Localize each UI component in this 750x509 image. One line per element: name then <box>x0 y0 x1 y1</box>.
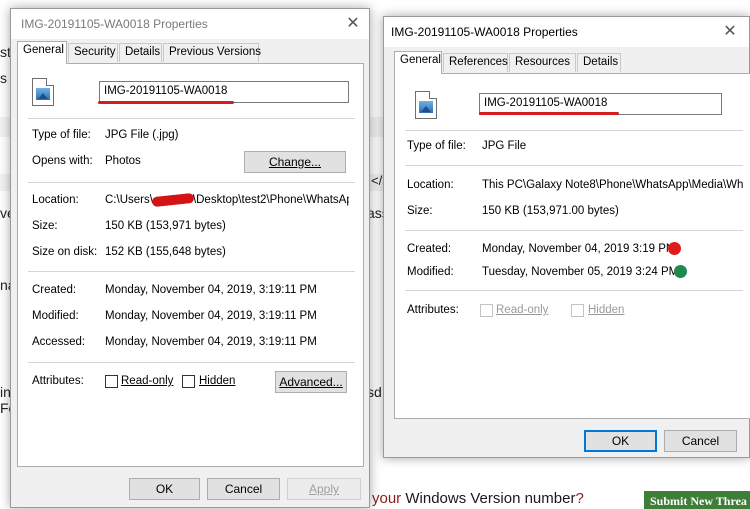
tab-resources[interactable]: Resources <box>509 53 576 72</box>
red-underline-annotation <box>98 101 234 104</box>
tab-general[interactable]: General <box>17 41 67 64</box>
separator <box>28 182 355 183</box>
close-icon[interactable]: ✕ <box>342 13 364 35</box>
separator <box>28 118 355 119</box>
change-button[interactable]: Change... <box>244 151 346 173</box>
location-label: Location: <box>32 194 79 206</box>
green-dot-annotation <box>674 265 687 278</box>
read-only-label: Read-only <box>496 304 549 316</box>
right-general-page: IMG-20191105-WA0018 Type of file: JPG Fi… <box>394 73 750 419</box>
left-tab-strip: General Security Details Previous Versio… <box>17 41 367 64</box>
cancel-button[interactable]: Cancel <box>664 430 737 452</box>
hidden-label: Hidden <box>199 375 236 387</box>
accessed-label: Accessed: <box>32 336 86 348</box>
advanced-button[interactable]: Advanced... <box>275 371 347 393</box>
type-of-file-value: JPG File <box>482 140 527 152</box>
separator <box>405 165 743 166</box>
left-titlebar[interactable]: IMG-20191105-WA0018 Properties ✕ <box>11 9 369 39</box>
read-only-label: Read-only <box>121 375 174 387</box>
apply-button[interactable]: Apply <box>287 478 361 500</box>
page-text-fragment: s <box>0 70 7 86</box>
right-dialog-title: IMG-20191105-WA0018 Properties <box>391 25 578 39</box>
left-dialog-title: IMG-20191105-WA0018 Properties <box>21 17 208 31</box>
separator <box>405 290 743 291</box>
red-dot-annotation <box>668 242 681 255</box>
tab-details[interactable]: Details <box>577 53 621 72</box>
ok-button[interactable]: OK <box>584 430 657 452</box>
opens-with-label: Opens with: <box>32 155 93 167</box>
ok-button[interactable]: OK <box>129 478 200 500</box>
hidden-checkbox[interactable] <box>571 304 584 317</box>
size-value: 150 KB (153,971.00 bytes) <box>482 205 619 217</box>
type-of-file-value: JPG File (.jpg) <box>105 129 179 141</box>
size-on-disk-label: Size on disk: <box>32 246 98 258</box>
hidden-checkbox[interactable] <box>182 375 195 388</box>
cancel-button[interactable]: Cancel <box>207 478 280 500</box>
type-of-file-label: Type of file: <box>407 140 466 152</box>
accessed-value: Monday, November 04, 2019, 3:19:11 PM <box>105 336 317 348</box>
created-label: Created: <box>407 243 452 255</box>
change-button-label: Change... <box>268 155 322 169</box>
location-value: This PC\Galaxy Note8\Phone\WhatsApp\Medi… <box>482 179 744 191</box>
created-value: Monday, November 04, 2019, 3:19:11 PM <box>105 284 317 296</box>
modified-value: Monday, November 04, 2019, 3:19:11 PM <box>105 310 317 322</box>
tab-security[interactable]: Security <box>68 43 118 62</box>
size-label: Size: <box>32 220 58 232</box>
red-underline-annotation <box>479 112 619 115</box>
size-value: 150 KB (153,971 bytes) <box>105 220 226 232</box>
right-tab-strip: General References Resources Details <box>394 51 744 74</box>
tab-previous-versions[interactable]: Previous Versions <box>163 43 261 62</box>
jpg-file-icon <box>32 78 54 106</box>
location-value: C:\Users\ \Desktop\test2\Phone\WhatsApp\ <box>105 194 349 206</box>
separator <box>28 271 355 272</box>
created-label: Created: <box>32 284 77 296</box>
location-prefix: C:\Users\ <box>105 194 153 206</box>
size-on-disk-value: 152 KB (155,648 bytes) <box>105 246 226 258</box>
tab-details[interactable]: Details <box>119 43 162 62</box>
right-titlebar[interactable]: IMG-20191105-WA0018 Properties ✕ <box>384 17 749 47</box>
left-general-page: IMG-20191105-WA0018 Type of file: JPG Fi… <box>17 63 364 467</box>
attributes-label: Attributes: <box>32 375 84 387</box>
right-properties-dialog: IMG-20191105-WA0018 Properties ✕ General… <box>383 16 750 458</box>
location-label: Location: <box>407 179 454 191</box>
tab-references[interactable]: References <box>443 53 508 72</box>
submit-new-thread-button[interactable]: Submit New Threa <box>644 491 750 509</box>
separator <box>405 230 743 231</box>
modified-value: Tuesday, November 05, 2019 3:24 PM <box>482 266 679 278</box>
size-label: Size: <box>407 205 433 217</box>
windows-version-question: your Windows Version number? <box>372 490 584 507</box>
type-of-file-label: Type of file: <box>32 129 91 141</box>
modified-label: Modified: <box>407 266 454 278</box>
advanced-button-label: Advanced... <box>279 375 343 389</box>
separator <box>28 362 355 363</box>
modified-label: Modified: <box>32 310 79 322</box>
tab-general[interactable]: General <box>394 51 442 74</box>
read-only-checkbox[interactable] <box>480 304 493 317</box>
created-value: Monday, November 04, 2019 3:19 PM <box>482 243 676 255</box>
jpg-file-icon <box>415 91 437 119</box>
attributes-label: Attributes: <box>407 304 459 316</box>
separator <box>405 130 743 131</box>
location-suffix: \Desktop\test2\Phone\WhatsApp\ <box>192 194 349 206</box>
file-name-field[interactable]: IMG-20191105-WA0018 <box>99 81 349 103</box>
read-only-checkbox[interactable] <box>105 375 118 388</box>
opens-with-value: Photos <box>105 155 141 167</box>
apply-button-label: Apply <box>308 482 340 496</box>
left-properties-dialog: IMG-20191105-WA0018 Properties ✕ General… <box>10 8 370 508</box>
hidden-label: Hidden <box>588 304 625 316</box>
close-icon[interactable]: ✕ <box>719 21 741 43</box>
